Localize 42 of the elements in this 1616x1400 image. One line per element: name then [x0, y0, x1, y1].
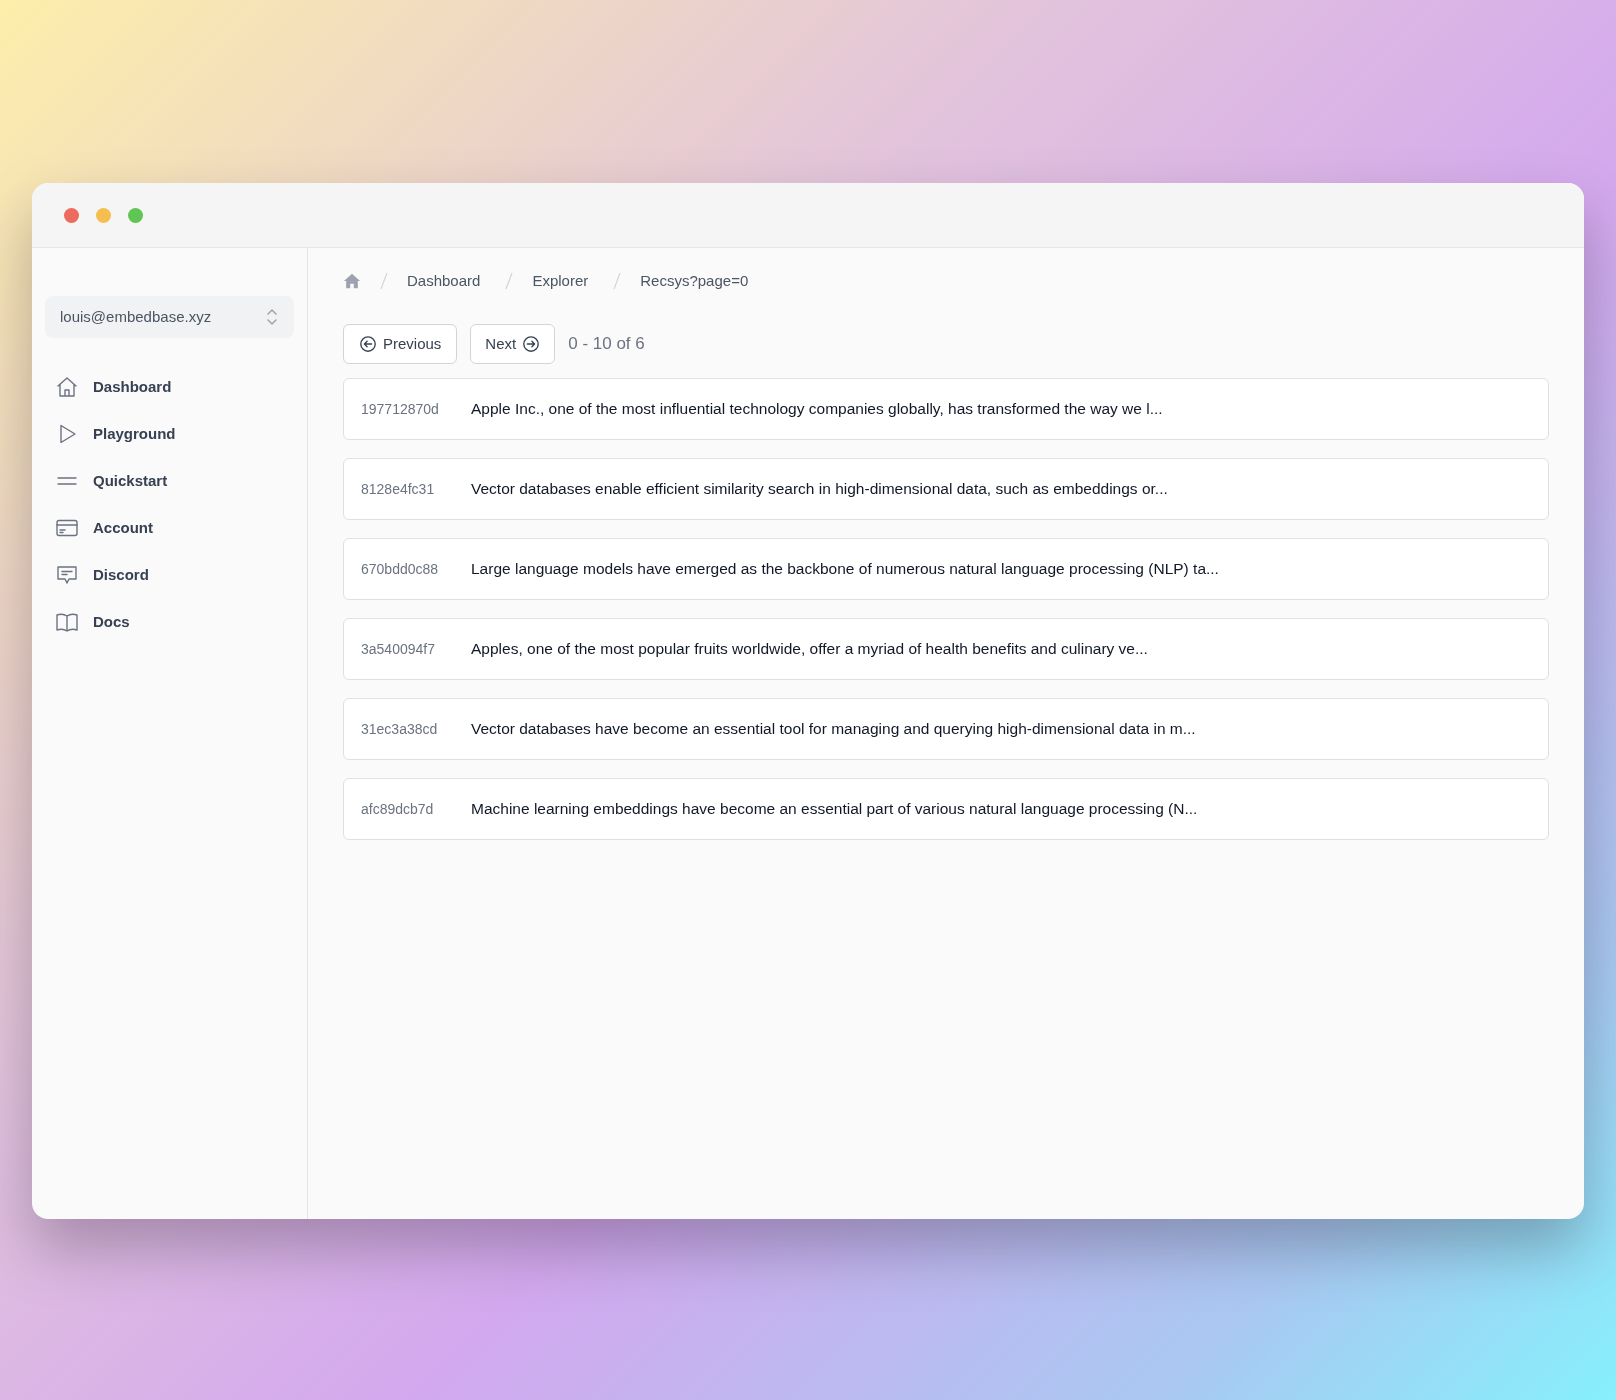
document-id: 197712870d [361, 399, 440, 419]
document-preview: Apples, one of the most popular fruits worldwide, offer a myriad of health benefits and culinary ve... [471, 639, 1148, 660]
page-range: 0 - 10 of 6 [568, 333, 645, 356]
document-row[interactable]: 31ec3a38cd Vector databases have become an essential tool for managing and querying high-dimensional data in m... [343, 698, 1549, 760]
home-icon[interactable] [343, 272, 361, 290]
document-row[interactable]: afc89dcb7d Machine learning embeddings have become an essential part of various natural language processing (N... [343, 778, 1549, 840]
document-id: afc89dcb7d [361, 799, 435, 819]
breadcrumb-separator-icon [379, 271, 389, 291]
document-preview: Vector databases enable efficient similarity search in high-dimensional data, such as embeddings or... [471, 479, 1168, 500]
breadcrumb-separator-icon [612, 271, 623, 291]
minimize-window-button[interactable] [96, 207, 111, 223]
document-id: 8128e4fc31 [361, 479, 436, 499]
sidebar-item[interactable]: Quickstart [55, 468, 294, 494]
document-preview: Apple Inc., one of the most influential technology companies globally, has transformed the way we l... [471, 399, 1163, 420]
sidebar-item[interactable]: Discord [55, 562, 294, 588]
next-button[interactable]: Next [470, 324, 556, 364]
breadcrumb-separator-icon [504, 271, 515, 291]
sidebar-item[interactable]: Account [55, 515, 294, 541]
document-row[interactable]: 8128e4fc31 Vector databases enable efficient similarity search in high-dimensional data, such as embeddings or... [343, 458, 1549, 520]
breadcrumb-link[interactable]: Recsys?page=0 [640, 269, 749, 293]
breadcrumb-link[interactable]: Dashboard [407, 269, 481, 293]
close-window-button[interactable] [64, 207, 79, 223]
document-preview: Large language models have emerged as the backbone of numerous natural language processing (NLP) ta... [471, 559, 1219, 580]
document-row[interactable]: 670bdd0c88 Large language models have emerged as the backbone of numerous natural language processing (NLP) ta... [343, 538, 1549, 600]
document-id: 670bdd0c88 [361, 559, 440, 579]
sidebar-item[interactable]: Playground [55, 421, 294, 447]
document-row[interactable]: 3a540094f7 Apples, one of the most popular fruits worldwide, offer a myriad of health benefits and culinary ve... [343, 618, 1549, 680]
document-id: 3a540094f7 [361, 639, 436, 659]
home-icon [55, 375, 79, 399]
breadcrumb-link[interactable]: Explorer [532, 269, 589, 293]
sidebar-item[interactable]: Dashboard [55, 374, 294, 400]
document-id: 31ec3a38cd [361, 719, 439, 739]
document-preview: Machine learning embeddings have become an essential part of various natural language processing (N... [471, 799, 1198, 820]
document-preview: Vector databases have become an essential tool for managing and querying high-dimensional data in m... [471, 719, 1196, 740]
chevron-up-down-icon [265, 307, 279, 327]
previous-button[interactable]: Previous [343, 324, 458, 364]
arrow-right-circle-icon [522, 335, 541, 353]
sidebar-item[interactable]: Docs [55, 609, 294, 635]
arrow-left-circle-icon [359, 335, 377, 353]
maximize-window-button[interactable] [128, 207, 143, 223]
account-switcher[interactable]: louis@embedbase.xyz [45, 296, 294, 338]
document-row[interactable]: 197712870d Apple Inc., one of the most influential technology companies globally, has transformed the way we l... [343, 378, 1549, 440]
